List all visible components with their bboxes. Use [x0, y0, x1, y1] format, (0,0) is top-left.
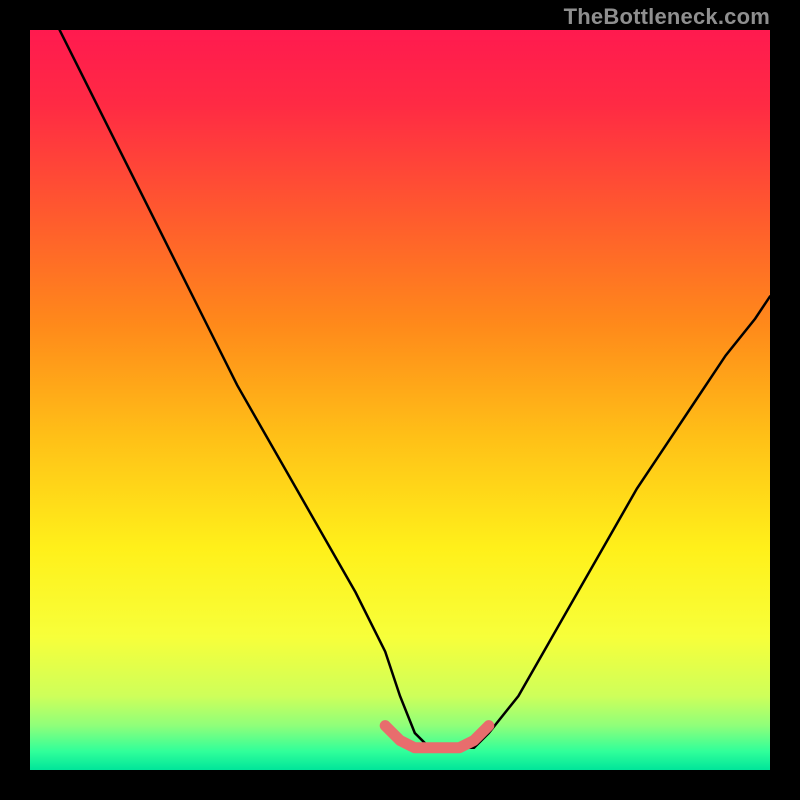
- chart-frame: TheBottleneck.com: [0, 0, 800, 800]
- bottom-highlight: [385, 726, 489, 748]
- bottleneck-curve: [60, 30, 770, 748]
- watermark-text: TheBottleneck.com: [564, 4, 770, 30]
- curve-layer: [30, 30, 770, 770]
- plot-area: [30, 30, 770, 770]
